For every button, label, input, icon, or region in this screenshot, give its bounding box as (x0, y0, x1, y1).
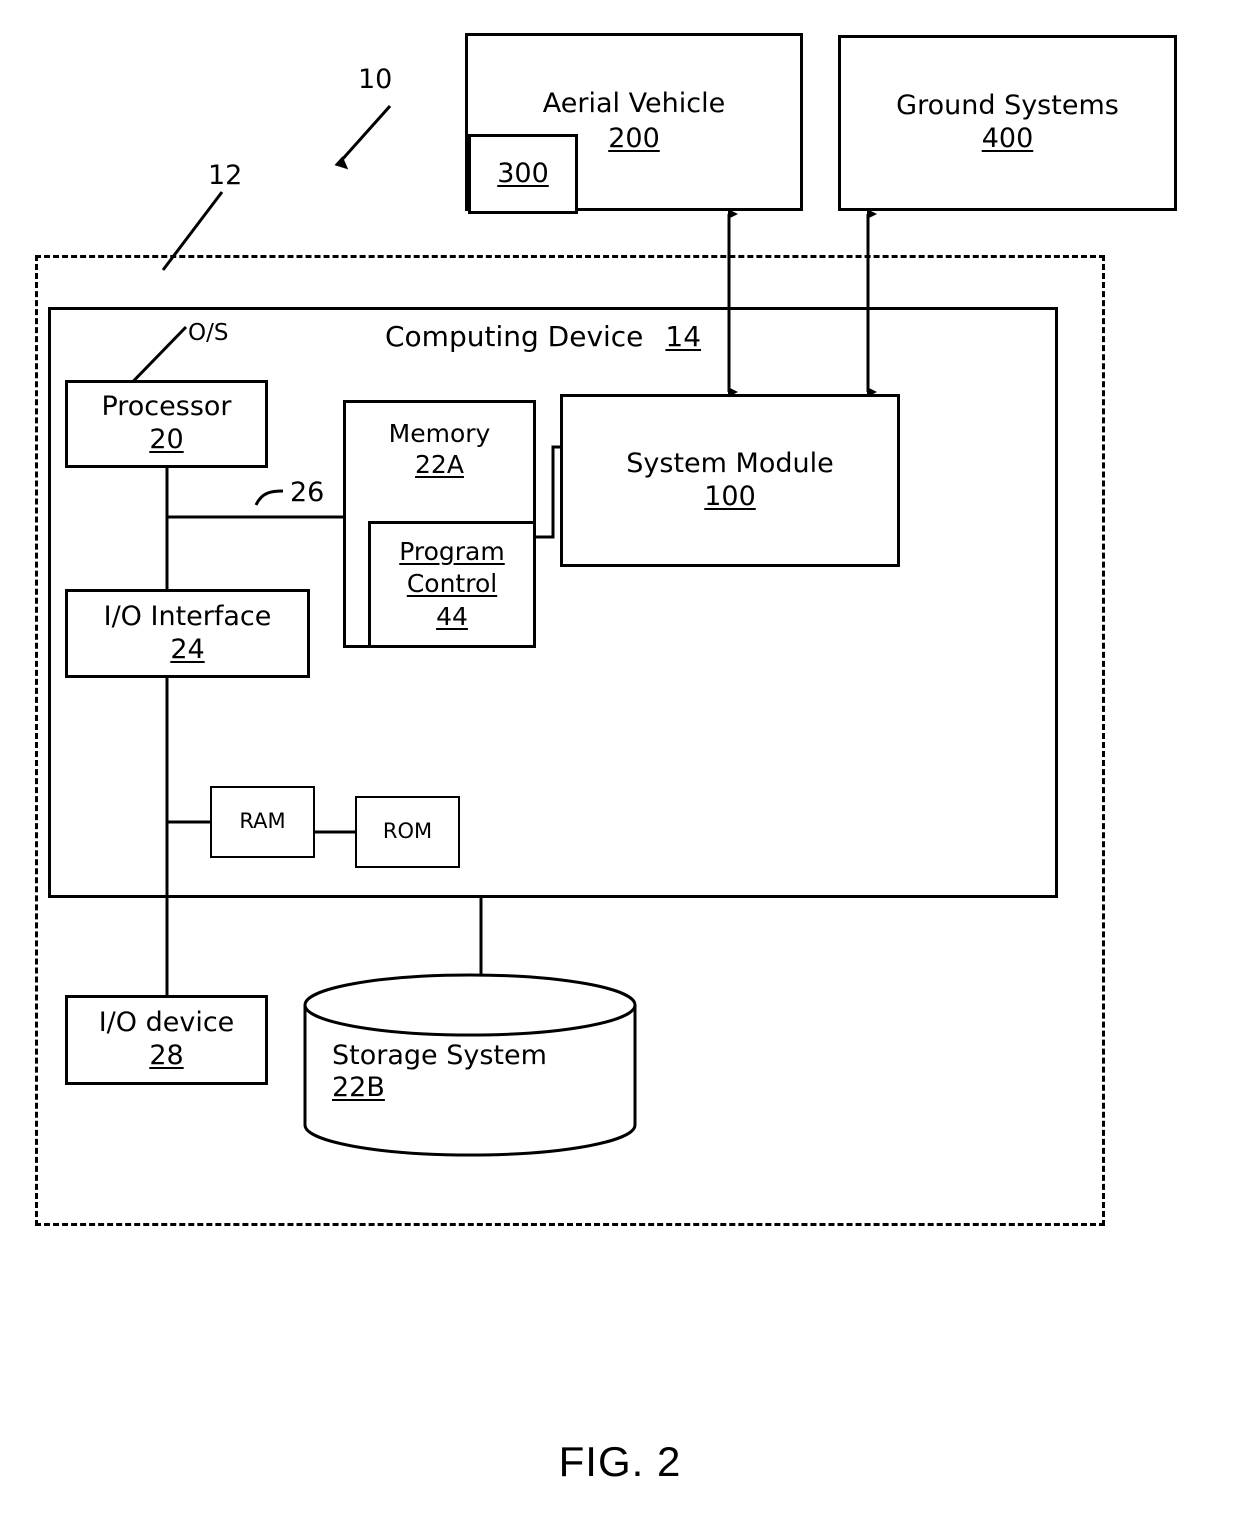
patent-figure: Aerial Vehicle 200 300 Ground Systems 40… (0, 0, 1240, 1523)
figure-caption: FIG. 2 (558, 1438, 682, 1485)
computing-device-title-label: Computing Device (385, 320, 644, 353)
io-interface-block[interactable]: I/O Interface 24 (65, 589, 310, 678)
ram-label: RAM (239, 809, 286, 834)
computing-device-number: 14 (665, 320, 702, 353)
memory-number: 22A (415, 449, 464, 479)
aerial-vehicle-block[interactable]: Aerial Vehicle 200 300 (465, 33, 803, 214)
program-control-block[interactable]: Program Control 44 (368, 521, 536, 648)
io-device-label: I/O device (98, 1007, 235, 1039)
leader-line-10 (334, 105, 392, 170)
system-module-number: 100 (704, 480, 756, 512)
processor-number: 20 (149, 424, 184, 455)
ground-systems-label: Ground Systems (896, 90, 1119, 122)
io-interface-label: I/O Interface (103, 600, 272, 632)
aerial-vehicle-subsystem-block[interactable]: 300 (468, 134, 578, 214)
io-device-block[interactable]: I/O device 28 (65, 995, 268, 1085)
reference-numeral-26: 26 (290, 477, 325, 508)
system-module-block[interactable]: System Module 100 (560, 394, 900, 567)
rom-block[interactable]: ROM (355, 796, 460, 868)
aerial-vehicle-subsystem-number: 300 (497, 157, 549, 189)
program-control-number: 44 (436, 601, 468, 631)
reference-numeral-12: 12 (208, 160, 243, 191)
system-module-label: System Module (626, 447, 834, 479)
storage-system-number: 22B (332, 1072, 385, 1104)
processor-block[interactable]: Processor 20 (65, 380, 268, 468)
rom-label: ROM (382, 819, 433, 844)
io-device-number: 28 (149, 1040, 184, 1071)
io-interface-number: 24 (170, 633, 205, 665)
memory-label: Memory (388, 419, 491, 448)
storage-system-label-group: Storage System 22B (332, 1040, 547, 1105)
program-control-label-line1: Program (399, 536, 505, 566)
program-control-label-line2: Control (406, 569, 498, 599)
aerial-vehicle-label: Aerial Vehicle (542, 88, 726, 120)
aerial-vehicle-number: 200 (608, 123, 660, 154)
reference-numeral-10: 10 (358, 64, 393, 95)
ground-systems-number: 400 (981, 123, 1034, 154)
reference-numeral-os: O/S (188, 320, 229, 346)
storage-system-label: Storage System (332, 1040, 547, 1071)
ground-systems-block[interactable]: Ground Systems 400 (838, 35, 1177, 211)
computing-device-title: Computing Device 14 (385, 320, 701, 353)
ram-block[interactable]: RAM (210, 786, 315, 858)
processor-label: Processor (101, 391, 232, 423)
